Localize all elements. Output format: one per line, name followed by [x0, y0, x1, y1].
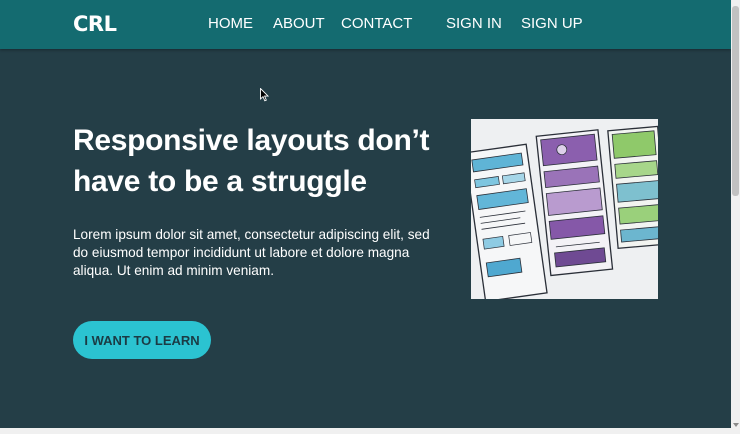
hero-title: Responsive layouts don’t have to be a st…: [73, 124, 430, 198]
scroll-down-arrow-icon[interactable]: [733, 423, 739, 427]
mouse-cursor-icon: [260, 88, 270, 102]
hero-image: [471, 119, 658, 299]
landing-page: CRL HOME ABOUT CONTACT SIGN IN SIGN UP R…: [0, 0, 731, 428]
nav-home-link[interactable]: HOME: [208, 15, 253, 33]
nav-sign-in-link[interactable]: SIGN IN: [446, 15, 502, 33]
horizontal-scrollbar[interactable]: [0, 428, 740, 434]
learn-button[interactable]: I WANT TO LEARN: [73, 321, 211, 359]
vertical-scrollbar[interactable]: [731, 0, 740, 428]
logo[interactable]: CRL: [73, 12, 117, 36]
wireframe-sketch-illustration: [471, 119, 658, 299]
nav-sign-up-link[interactable]: SIGN UP: [521, 15, 583, 33]
nav-about-link[interactable]: ABOUT: [273, 15, 325, 33]
nav-contact-link[interactable]: CONTACT: [341, 15, 412, 33]
navbar: CRL HOME ABOUT CONTACT SIGN IN SIGN UP: [0, 0, 731, 49]
hero-description: Lorem ipsum dolor sit amet, consectetur …: [73, 227, 430, 278]
scrollbar-thumb[interactable]: [732, 6, 739, 196]
